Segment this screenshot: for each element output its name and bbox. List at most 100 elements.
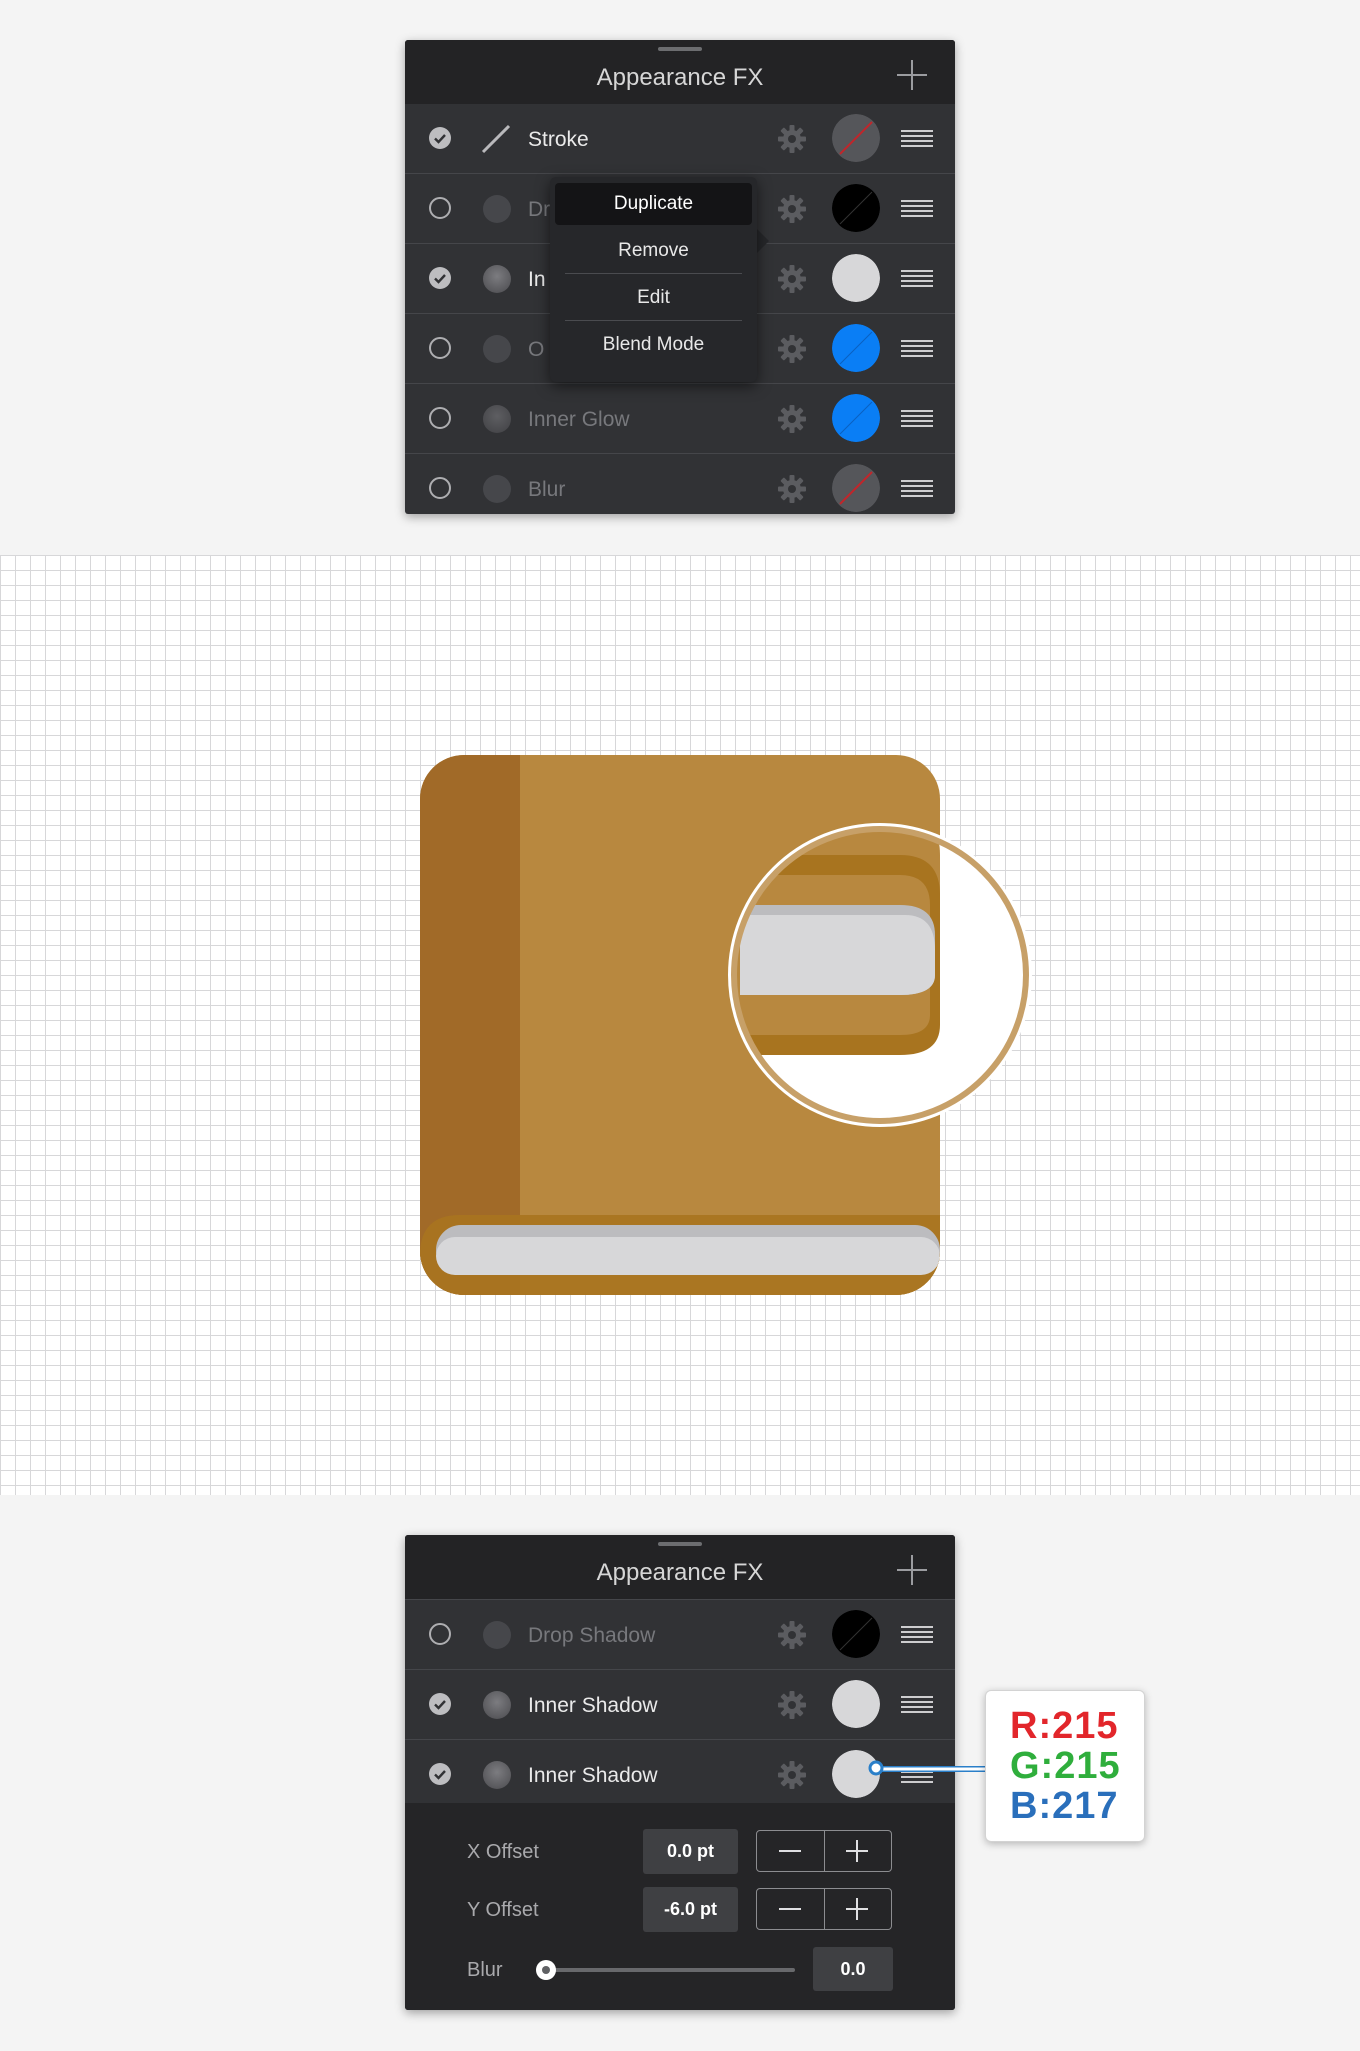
checkmark-icon: [434, 134, 446, 144]
effect-label: Drop Shadow: [528, 1624, 656, 1647]
callout-anchor-dot: [868, 1760, 884, 1776]
gear-icon[interactable]: [777, 194, 807, 224]
gear-icon[interactable]: [777, 474, 807, 504]
color-swatch-blue[interactable]: [832, 394, 880, 442]
checkmark-icon: [434, 1700, 446, 1710]
reorder-handle-icon[interactable]: [901, 1624, 933, 1644]
drag-grip-icon[interactable]: [658, 47, 702, 51]
color-swatch-none[interactable]: [832, 464, 880, 512]
menu-divider: [565, 273, 742, 274]
effect-settings: X Offset 0.0 pt Y Offset -6.0 pt Blur 0.…: [405, 1803, 955, 2010]
blur-slider-track[interactable]: [536, 1960, 795, 1980]
reorder-handle-icon[interactable]: [901, 338, 933, 358]
green-value: G:215: [1010, 1745, 1121, 1787]
effect-label: Dr: [528, 198, 551, 221]
stroke-line-icon: [481, 124, 511, 154]
plus-icon: [846, 1898, 868, 1920]
reorder-handle-icon[interactable]: [901, 1694, 933, 1714]
blur-value-field[interactable]: 0.0: [813, 1947, 893, 1991]
gear-icon[interactable]: [777, 334, 807, 364]
appearance-fx-panel-top: Appearance FX Stroke Dr In O Inner Glow …: [405, 40, 955, 514]
effect-row-inner-glow[interactable]: Inner Glow: [405, 383, 955, 453]
color-swatch-none[interactable]: [832, 114, 880, 162]
effect-label: Inner Glow: [528, 408, 630, 431]
y-offset-stepper: [756, 1888, 892, 1930]
effect-dot-icon: [483, 335, 511, 363]
color-swatch-light-grey[interactable]: [832, 1680, 880, 1728]
menu-item-edit[interactable]: Edit: [555, 277, 752, 319]
panel-title: Appearance FX: [596, 64, 764, 91]
red-value: R:215: [1010, 1705, 1119, 1747]
effect-label: Inner Shadow: [528, 1764, 658, 1787]
menu-divider: [565, 320, 742, 321]
context-menu: Duplicate Remove Edit Blend Mode: [550, 177, 757, 382]
y-offset-label: Y Offset: [467, 1899, 539, 1921]
menu-item-remove[interactable]: Remove: [555, 230, 752, 272]
effect-row-drop-shadow[interactable]: Drop Shadow: [405, 1599, 955, 1669]
y-offset-field[interactable]: -6.0 pt: [643, 1887, 738, 1932]
panel-header: Appearance FX: [405, 1535, 955, 1599]
gear-icon[interactable]: [777, 1620, 807, 1650]
drag-grip-icon[interactable]: [658, 1542, 702, 1546]
panel-header: Appearance FX: [405, 40, 955, 104]
reorder-handle-icon[interactable]: [901, 268, 933, 288]
effect-label: O: [528, 338, 545, 361]
enabled-checkbox[interactable]: [429, 197, 451, 219]
enabled-checkbox[interactable]: [429, 477, 451, 499]
add-effect-button[interactable]: [895, 1553, 929, 1587]
color-swatch-black[interactable]: [832, 184, 880, 232]
y-offset-decrement-button[interactable]: [757, 1889, 825, 1929]
enabled-checkbox[interactable]: [429, 1623, 451, 1645]
effect-dot-icon: [483, 265, 511, 293]
enabled-checkbox[interactable]: [429, 1693, 451, 1715]
color-swatch-blue[interactable]: [832, 324, 880, 372]
effect-dot-icon: [483, 195, 511, 223]
menu-item-blend-mode[interactable]: Blend Mode: [555, 324, 752, 366]
x-offset-increment-button[interactable]: [824, 1831, 891, 1871]
effect-row-blur[interactable]: Blur: [405, 453, 955, 523]
enabled-checkbox[interactable]: [429, 1763, 451, 1785]
gear-icon[interactable]: [777, 404, 807, 434]
effect-row-inner-shadow[interactable]: Inner Shadow: [405, 1669, 955, 1739]
effect-dot-icon: [483, 1621, 511, 1649]
y-offset-increment-button[interactable]: [824, 1889, 891, 1929]
rgb-color-callout: R:215 G:215 B:217: [985, 1690, 1145, 1842]
gear-icon[interactable]: [777, 124, 807, 154]
callout-connector: [875, 1766, 987, 1772]
x-offset-field[interactable]: 0.0 pt: [643, 1829, 738, 1874]
enabled-checkbox[interactable]: [429, 407, 451, 429]
reorder-handle-icon[interactable]: [901, 128, 933, 148]
color-swatch-black[interactable]: [832, 1610, 880, 1658]
effect-row-stroke[interactable]: Stroke: [405, 104, 955, 173]
blur-slider-knob[interactable]: [535, 1959, 557, 1981]
minus-icon: [779, 1908, 801, 1910]
checkmark-icon: [434, 274, 446, 284]
x-offset-stepper: [756, 1830, 892, 1872]
minus-icon: [779, 1850, 801, 1852]
panel-title: Appearance FX: [596, 1559, 764, 1586]
effect-dot-icon: [483, 1761, 511, 1789]
plus-icon: [897, 60, 927, 90]
gear-icon[interactable]: [777, 264, 807, 294]
effect-dot-icon: [483, 1691, 511, 1719]
effect-dot-icon: [483, 475, 511, 503]
reorder-handle-icon[interactable]: [901, 198, 933, 218]
enabled-checkbox[interactable]: [429, 337, 451, 359]
effect-label: Blur: [528, 478, 566, 501]
reorder-handle-icon[interactable]: [901, 478, 933, 498]
plus-icon: [897, 1555, 927, 1585]
gear-icon[interactable]: [777, 1690, 807, 1720]
add-effect-button[interactable]: [895, 58, 929, 92]
checkmark-icon: [434, 1770, 446, 1780]
reorder-handle-icon[interactable]: [901, 408, 933, 428]
x-offset-decrement-button[interactable]: [757, 1831, 825, 1871]
enabled-checkbox[interactable]: [429, 127, 451, 149]
enabled-checkbox[interactable]: [429, 267, 451, 289]
color-swatch-light-grey[interactable]: [832, 254, 880, 302]
effect-label: Inner Shadow: [528, 1694, 658, 1717]
artboard-grid: [0, 555, 1360, 1495]
book-illustration: [420, 755, 1032, 1295]
blur-label: Blur: [467, 1959, 503, 1981]
menu-item-duplicate[interactable]: Duplicate: [555, 183, 752, 225]
gear-icon[interactable]: [777, 1760, 807, 1790]
